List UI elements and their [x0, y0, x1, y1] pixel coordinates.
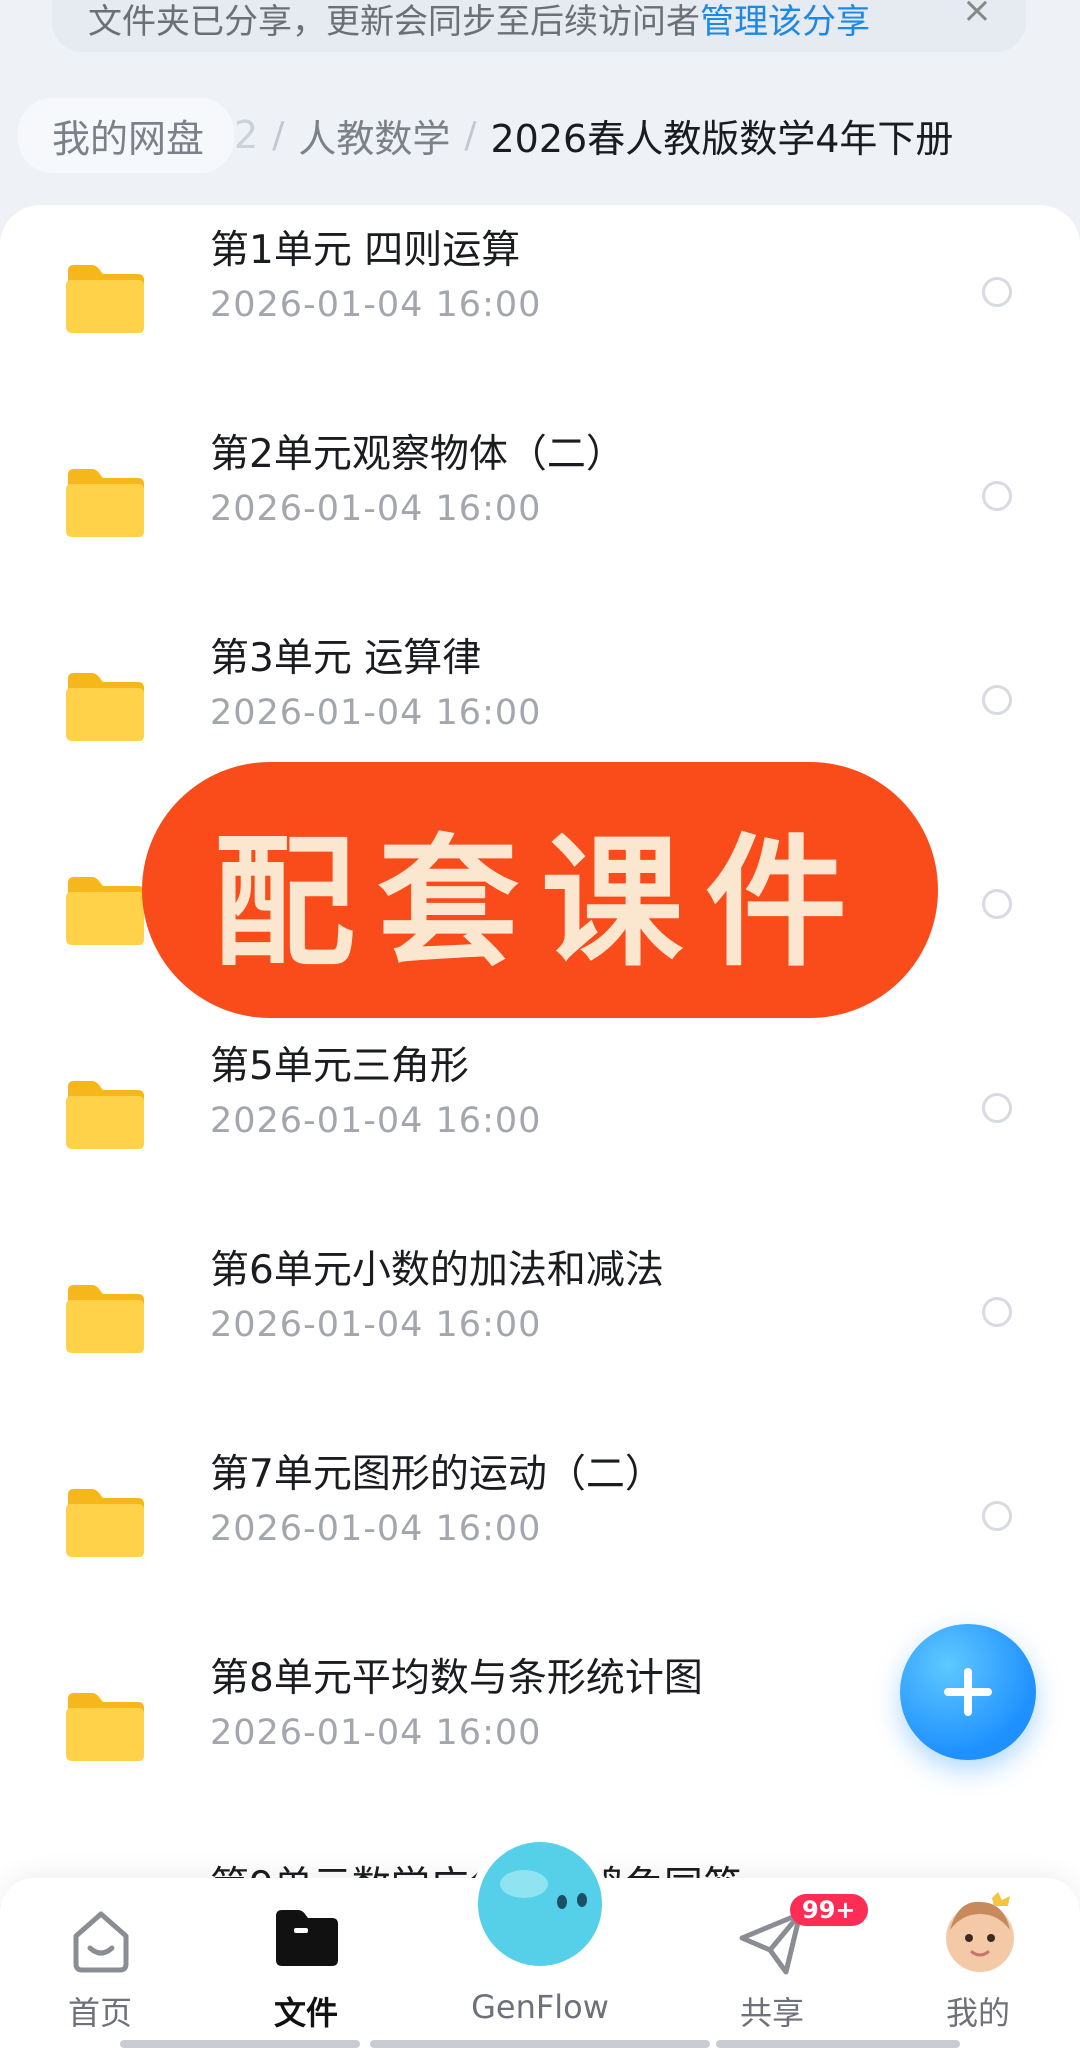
- tab-indicator: [716, 2040, 960, 2048]
- folder-icon: [66, 1081, 144, 1149]
- select-checkbox[interactable]: [982, 889, 1012, 919]
- folder-icon: [66, 1285, 144, 1353]
- nav-share[interactable]: 99+ 共享: [672, 1878, 872, 2051]
- folder-icon: [66, 469, 144, 537]
- folder-date: 2026-01-04 16:00: [210, 1713, 542, 1753]
- folder-date: 2026-01-04 16:00: [210, 489, 542, 529]
- folder-name: 第8单元平均数与条形统计图: [210, 1656, 703, 1701]
- manage-share-link[interactable]: 管理该分享: [700, 2, 870, 42]
- banner-text: 文件夹已分享，更新会同步至后续访问者管理该分享: [88, 0, 870, 43]
- home-icon: [73, 1911, 129, 1973]
- folder-name: 第2单元观察物体（二）: [210, 432, 625, 477]
- folder-date: 2026-01-04 16:00: [210, 1101, 542, 1141]
- folder-name: 第7单元图形的运动（二）: [210, 1452, 664, 1497]
- bottom-nav: 首页 文件 GenFlow 99+ 共享 我的: [0, 1834, 1080, 2051]
- select-checkbox[interactable]: [982, 1297, 1012, 1327]
- genflow-mascot-icon: [470, 1834, 610, 1974]
- breadcrumb-hidden[interactable]: 2: [234, 113, 258, 157]
- breadcrumb-current: 2026春人教版数学4年下册: [490, 116, 954, 161]
- folder-icon: [66, 1489, 144, 1557]
- share-badge: 99+: [790, 1894, 868, 1926]
- folder-row[interactable]: 第6单元小数的加法和减法 2026-01-04 16:00: [0, 1215, 1080, 1419]
- plus-icon: [944, 1668, 992, 1716]
- tab-indicator: [120, 2040, 360, 2048]
- folder-date: 2026-01-04 16:00: [210, 1305, 542, 1345]
- nav-files-label: 文件: [273, 1994, 338, 2032]
- promo-stamp: 配套课件: [142, 762, 940, 1018]
- breadcrumb-separator: /: [464, 114, 477, 156]
- nav-share-label: 共享: [739, 1994, 804, 2032]
- nav-home-label: 首页: [67, 1994, 132, 2032]
- close-icon[interactable]: ×: [962, 0, 992, 31]
- folder-date: 2026-01-04 16:00: [210, 693, 542, 733]
- select-checkbox[interactable]: [982, 1501, 1012, 1531]
- nav-me[interactable]: 我的: [878, 1878, 1078, 2051]
- promo-text: 配套课件: [213, 820, 869, 986]
- folder-row[interactable]: 第7单元图形的运动（二） 2026-01-04 16:00: [0, 1419, 1080, 1623]
- select-checkbox[interactable]: [982, 685, 1012, 715]
- avatar: [946, 1892, 1014, 1972]
- breadcrumb-separator: /: [272, 114, 285, 156]
- breadcrumb: 我的网盘 2 / 人教数学 / 2026春人教版数学4年下册: [18, 97, 1080, 173]
- select-checkbox[interactable]: [982, 1093, 1012, 1123]
- breadcrumb-root[interactable]: 我的网盘: [18, 97, 235, 173]
- share-notice-banner: 文件夹已分享，更新会同步至后续访问者管理该分享 ×: [52, 0, 1026, 52]
- breadcrumb-parent[interactable]: 人教数学: [298, 108, 450, 163]
- folder-icon: [66, 265, 144, 333]
- folder-row[interactable]: 第5单元三角形 2026-01-04 16:00: [0, 1011, 1080, 1215]
- tab-indicator: [370, 2040, 710, 2048]
- nav-me-label: 我的: [945, 1994, 1010, 2032]
- nav-files[interactable]: 文件: [206, 1878, 406, 2051]
- banner-message: 文件夹已分享，更新会同步至后续访问者: [88, 2, 700, 42]
- add-button[interactable]: [900, 1624, 1036, 1760]
- folder-icon: [66, 877, 144, 945]
- folder-row[interactable]: 第2单元观察物体（二） 2026-01-04 16:00: [0, 399, 1080, 603]
- folder-icon: [66, 673, 144, 741]
- folder-name: 第3单元 运算律: [210, 636, 482, 681]
- folder-date: 2026-01-04 16:00: [210, 1509, 542, 1549]
- folder-date: 2026-01-04 16:00: [210, 285, 542, 325]
- folder-icon: [66, 1693, 144, 1761]
- folder-row[interactable]: 第1单元 四则运算 2026-01-04 16:00: [0, 205, 1080, 399]
- folder-name: 第1单元 四则运算: [210, 228, 521, 273]
- nav-genflow[interactable]: GenFlow: [440, 1834, 640, 2051]
- select-checkbox[interactable]: [982, 481, 1012, 511]
- folder-icon: [276, 1910, 338, 1966]
- nav-home[interactable]: 首页: [0, 1878, 200, 2051]
- folder-name: 第5单元三角形: [210, 1044, 469, 1089]
- folder-name: 第6单元小数的加法和减法: [210, 1248, 664, 1293]
- nav-genflow-label: GenFlow: [471, 1988, 609, 2026]
- select-checkbox[interactable]: [982, 277, 1012, 307]
